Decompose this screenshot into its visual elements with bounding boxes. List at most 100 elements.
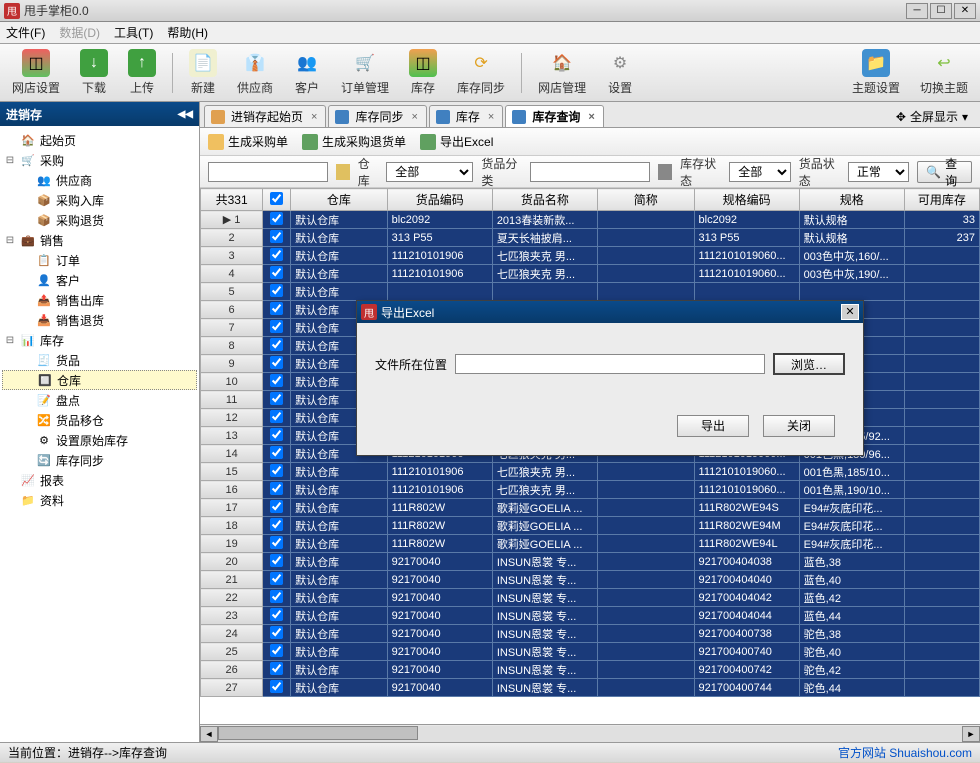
- tab-close-icon[interactable]: ×: [409, 111, 419, 123]
- tree-node-盘点[interactable]: 📝盘点: [2, 390, 197, 410]
- order-mgr-button[interactable]: 🛒订单管理: [337, 47, 393, 98]
- dialog-close-button[interactable]: ✕: [841, 304, 859, 320]
- category-picker-icon[interactable]: [658, 164, 672, 180]
- table-row[interactable]: 18默认仓库111R802W歌莉娅GOELIA ...111R802WE94ME…: [201, 517, 980, 535]
- dialog-titlebar[interactable]: 甩 导出Excel ✕: [357, 301, 863, 323]
- row-checkbox[interactable]: [270, 410, 283, 423]
- col-header[interactable]: 可用库存: [904, 189, 979, 211]
- tree-node-销售退货[interactable]: 📥销售退货: [2, 310, 197, 330]
- tree-node-采购[interactable]: ⊟🛒采购: [2, 150, 197, 170]
- tree-node-货品[interactable]: 🧾货品: [2, 350, 197, 370]
- tab-库存同步[interactable]: 库存同步×: [328, 105, 426, 127]
- browse-button[interactable]: 浏览…: [773, 353, 845, 375]
- shop-mgr-button[interactable]: 🏠网店管理: [534, 47, 590, 98]
- tab-close-icon[interactable]: ×: [586, 111, 596, 123]
- tree-node-采购退货[interactable]: 📦采购退货: [2, 210, 197, 230]
- row-checkbox[interactable]: [270, 320, 283, 333]
- maximize-button[interactable]: ☐: [930, 3, 952, 19]
- customer-button[interactable]: 👥客户: [289, 47, 325, 98]
- tree-node-起始页[interactable]: 🏠起始页: [2, 130, 197, 150]
- close-button[interactable]: 关闭: [763, 415, 835, 437]
- table-row[interactable]: 5默认仓库: [201, 283, 980, 301]
- query-button[interactable]: 🔍查询: [917, 161, 972, 183]
- row-checkbox[interactable]: [270, 248, 283, 261]
- tree-node-库存同步[interactable]: 🔄库存同步: [2, 450, 197, 470]
- settings-button[interactable]: ⚙设置: [602, 47, 638, 98]
- row-checkbox[interactable]: [270, 446, 283, 459]
- table-row[interactable]: 15默认仓库111210101906七匹狼夹克 男...11121010190​…: [201, 463, 980, 481]
- tab-库存查询[interactable]: 库存查询×: [505, 105, 603, 127]
- row-checkbox[interactable]: [270, 608, 283, 621]
- table-row[interactable]: 26默认仓库92170040INSUN恩裳 专...921700400742驼色…: [201, 661, 980, 679]
- table-row[interactable]: 16默认仓库111210101906七匹狼夹克 男...11121010190​…: [201, 481, 980, 499]
- row-checkbox[interactable]: [270, 644, 283, 657]
- tree-node-库存[interactable]: ⊟📊库存: [2, 330, 197, 350]
- row-checkbox[interactable]: [270, 374, 283, 387]
- col-header[interactable]: 规格编码: [694, 189, 799, 211]
- gen-po-return-button[interactable]: 生成采购退货单: [302, 133, 406, 150]
- supplier-button[interactable]: 👔供应商: [233, 47, 277, 98]
- row-checkbox[interactable]: [270, 230, 283, 243]
- upload-button[interactable]: ↑上传: [124, 47, 160, 98]
- table-row[interactable]: ▶ 1默认仓库blc20922013春装新款...blc2092默认规格33: [201, 211, 980, 229]
- row-checkbox[interactable]: [270, 536, 283, 549]
- row-checkbox[interactable]: [270, 518, 283, 531]
- tab-close-icon[interactable]: ×: [486, 111, 496, 123]
- table-row[interactable]: 25默认仓库92170040INSUN恩裳 专...921700400740驼色…: [201, 643, 980, 661]
- row-checkbox[interactable]: [270, 392, 283, 405]
- table-row[interactable]: 20默认仓库92170040INSUN恩裳 专...92170040​4038蓝…: [201, 553, 980, 571]
- col-header[interactable]: 货品编码: [387, 189, 492, 211]
- collapse-sidebar-button[interactable]: ◀◀: [178, 109, 193, 120]
- table-row[interactable]: 4默认仓库111210101906七匹狼夹克 男...11121010190​6…: [201, 265, 980, 283]
- official-site-link[interactable]: 官方网站 Shuaishou.com: [838, 744, 972, 761]
- tree-node-销售[interactable]: ⊟💼销售: [2, 230, 197, 250]
- row-checkbox[interactable]: [270, 428, 283, 441]
- tab-库存[interactable]: 库存×: [429, 105, 503, 127]
- row-checkbox[interactable]: [270, 590, 283, 603]
- tree-node-报表[interactable]: 📈报表: [2, 470, 197, 490]
- warehouse-select[interactable]: 全部: [386, 162, 473, 182]
- tree-node-供应商[interactable]: 👥供应商: [2, 170, 197, 190]
- tree-node-销售出库[interactable]: 📤销售出库: [2, 290, 197, 310]
- row-checkbox[interactable]: [270, 284, 283, 297]
- row-checkbox[interactable]: [270, 482, 283, 495]
- table-row[interactable]: 19默认仓库111R802W歌莉娅GOELIA ...111R802WE94LE…: [201, 535, 980, 553]
- tree-node-资料[interactable]: 📁资料: [2, 490, 197, 510]
- menu-help[interactable]: 帮助(H): [167, 24, 208, 41]
- row-checkbox[interactable]: [270, 464, 283, 477]
- row-checkbox[interactable]: [270, 356, 283, 369]
- col-header[interactable]: [263, 189, 291, 211]
- table-row[interactable]: 17默认仓库111R802W歌莉娅GOELIA ...111R802WE94SE…: [201, 499, 980, 517]
- new-button[interactable]: 📄新建: [185, 47, 221, 98]
- switch-theme-button[interactable]: ↩切换主题: [916, 47, 972, 98]
- menu-file[interactable]: 文件(F): [6, 24, 45, 41]
- col-header[interactable]: 共331: [201, 189, 263, 211]
- stock-button[interactable]: ◫库存: [405, 47, 441, 98]
- table-row[interactable]: 24默认仓库92170040INSUN恩裳 专...921700400738驼色…: [201, 625, 980, 643]
- row-checkbox[interactable]: [270, 302, 283, 315]
- table-row[interactable]: 21默认仓库92170040INSUN恩裳 专...92170040​4040蓝…: [201, 571, 980, 589]
- col-header[interactable]: 货品名称: [492, 189, 597, 211]
- table-row[interactable]: 2默认仓库313 P55夏天长袖披肩...313 P55默认规格237: [201, 229, 980, 247]
- row-checkbox[interactable]: [270, 266, 283, 279]
- table-row[interactable]: 23默认仓库92170040INSUN恩裳 专...92170040​4044蓝…: [201, 607, 980, 625]
- item-status-select[interactable]: 正常: [848, 162, 909, 182]
- category-input[interactable]: [530, 162, 650, 182]
- tree-node-订单[interactable]: 📋订单: [2, 250, 197, 270]
- file-location-input[interactable]: [455, 354, 765, 374]
- col-header[interactable]: 简称: [597, 189, 694, 211]
- row-checkbox[interactable]: [270, 662, 283, 675]
- tab-close-icon[interactable]: ×: [309, 111, 319, 123]
- export-excel-button[interactable]: 导出Excel: [420, 133, 493, 150]
- tree-node-采购入库[interactable]: 📦采购入库: [2, 190, 197, 210]
- download-button[interactable]: ↓下载: [76, 47, 112, 98]
- sync-button[interactable]: ⟳库存同步: [453, 47, 509, 98]
- tree-node-货品移仓[interactable]: 🔀货品移仓: [2, 410, 197, 430]
- minimize-button[interactable]: ─: [906, 3, 928, 19]
- horizontal-scrollbar[interactable]: ◄►: [200, 724, 980, 742]
- table-row[interactable]: 22默认仓库92170040INSUN恩裳 专...92170040​4042蓝…: [201, 589, 980, 607]
- fullscreen-button[interactable]: ✥ 全屏显示 ▾: [888, 106, 976, 127]
- stock-status-select[interactable]: 全部: [729, 162, 790, 182]
- menu-tools[interactable]: 工具(T): [114, 24, 153, 41]
- row-checkbox[interactable]: [270, 554, 283, 567]
